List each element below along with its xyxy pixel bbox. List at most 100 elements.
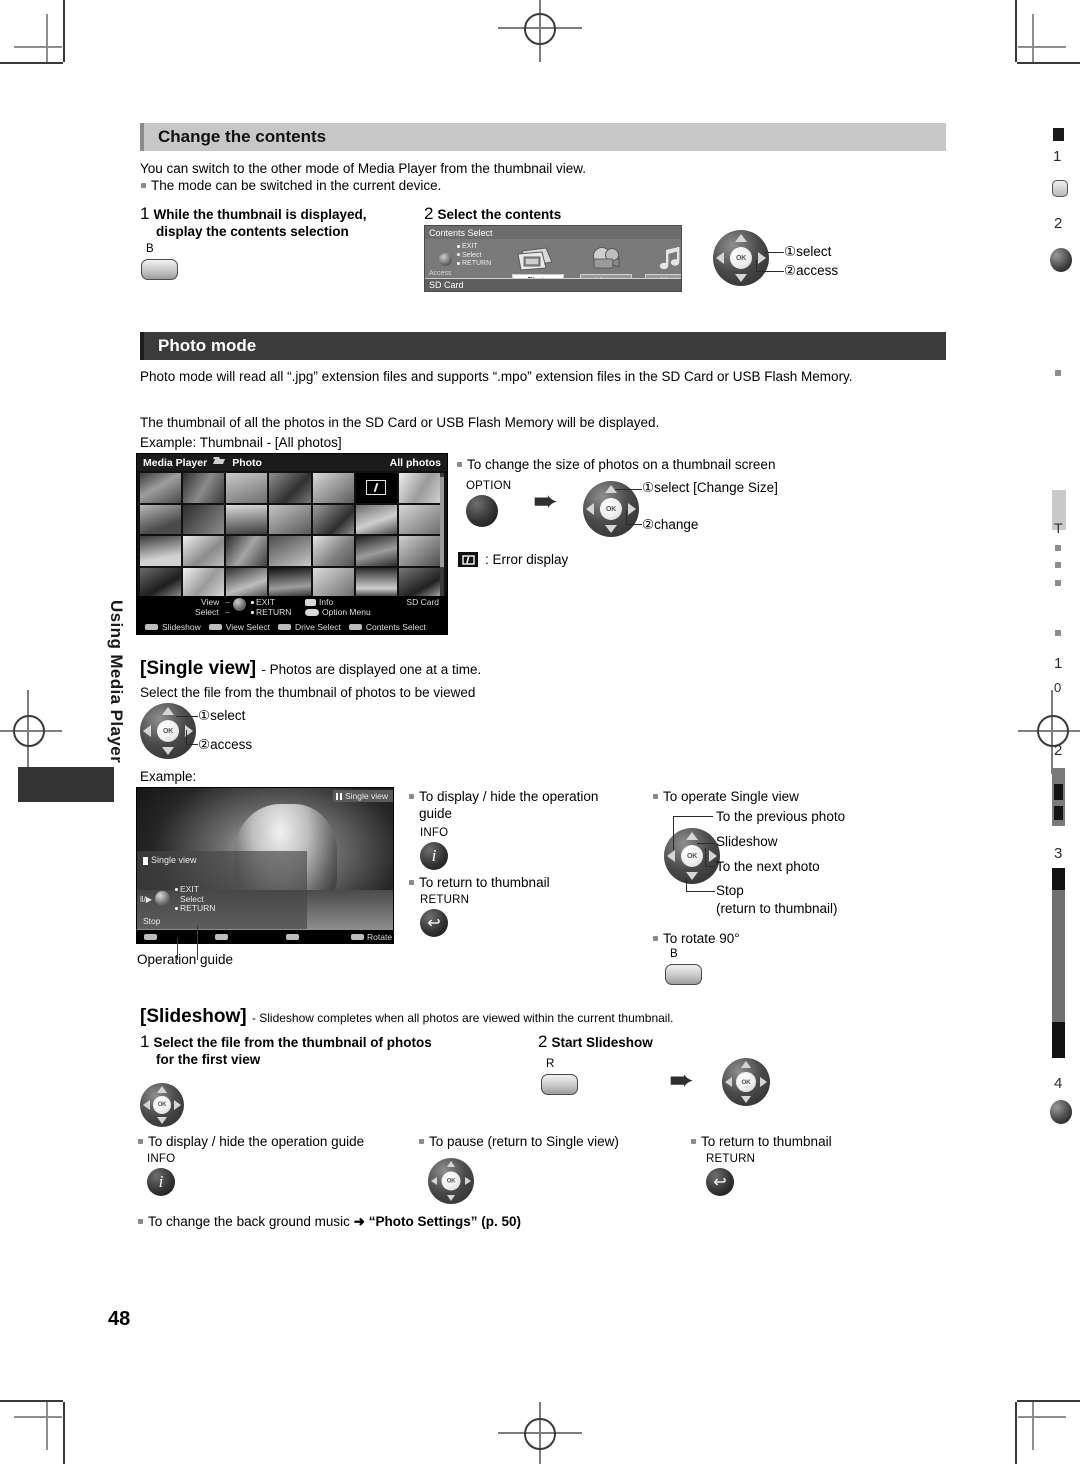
thumbnail-cell[interactable] (140, 473, 182, 503)
color-guide-contents-select[interactable]: Contents Select (348, 622, 426, 632)
dpad-right-icon[interactable] (757, 252, 766, 264)
color-button-body (141, 259, 178, 280)
thumbnail-cell[interactable] (312, 536, 354, 566)
thumbnail-cell[interactable] (140, 536, 182, 566)
dpad-right-icon[interactable] (174, 1100, 182, 1110)
dpad-ok-button[interactable]: OK (600, 498, 622, 520)
bullet-text: To operate Single view (652, 788, 912, 805)
return-icon: ↩ (420, 909, 448, 937)
dpad-slideshow-select[interactable]: OK (140, 1083, 184, 1127)
dpad-up-icon[interactable] (686, 831, 698, 840)
bgm-pre: To change the back ground music (148, 1214, 350, 1229)
label-select-change-size: ①select [Change Size] (642, 480, 778, 495)
color-button-b-contents[interactable]: B (141, 243, 178, 280)
thumbnail-cell-error[interactable] (355, 473, 397, 503)
thumbnail-cell[interactable] (183, 473, 225, 503)
thumbnail-cell[interactable] (269, 567, 311, 597)
photos-icon (512, 244, 564, 274)
dpad-up-icon[interactable] (735, 233, 747, 242)
dpad-left-icon[interactable] (724, 1077, 732, 1087)
thumbnail-cell[interactable] (312, 473, 354, 503)
thumbnail-cell[interactable] (226, 536, 268, 566)
dpad-down-icon[interactable] (735, 274, 747, 283)
info-button-label: INFO (420, 827, 449, 839)
crop-mark-tr-h (1017, 62, 1080, 64)
single-bullet-operate: To operate Single view (652, 788, 912, 805)
thumbnail-scrollbar[interactable] (440, 473, 444, 597)
thumbnail-grid[interactable] (140, 473, 440, 597)
bullet-text: To pause (return to Single view) (418, 1133, 678, 1150)
dpad-ok-button[interactable]: OK (730, 247, 752, 269)
color-guide-drive-select[interactable]: Drive Select (278, 622, 341, 632)
tv-title-bar: Media Player Photo All photos (137, 454, 447, 471)
dpad-down-icon[interactable] (162, 747, 174, 756)
dpad-right-icon[interactable] (465, 1177, 472, 1185)
thumbnail-cell[interactable] (140, 504, 182, 534)
dpad-up-icon[interactable] (741, 1061, 751, 1069)
dpad-single-view[interactable]: OK (140, 703, 196, 759)
dpad-start-slideshow[interactable]: OK (722, 1058, 770, 1106)
heading-single-view: [Single view] - Photos are displayed one… (140, 658, 481, 680)
thumbnail-cell[interactable] (312, 567, 354, 597)
color-guide-view-select[interactable]: View Select (208, 622, 271, 632)
bullet-line2: guide (419, 806, 453, 821)
color-guide-label: View Select (225, 622, 271, 632)
thumbnail-cell[interactable] (398, 536, 440, 566)
thumbnail-cell[interactable] (140, 567, 182, 597)
dpad-pause[interactable]: OK (428, 1158, 474, 1204)
thumbnail-cell[interactable] (269, 504, 311, 534)
color-button-label: B (670, 948, 678, 960)
dpad-ok-button[interactable]: OK (736, 1072, 756, 1092)
thumbnail-cell[interactable] (226, 473, 268, 503)
dpad-up-icon[interactable] (157, 1086, 167, 1094)
thumbnail-cell[interactable] (269, 473, 311, 503)
dpad-ok-button[interactable]: OK (157, 720, 179, 742)
leader-slideshow (697, 843, 715, 845)
thumbnail-cell[interactable] (355, 567, 397, 597)
thumbnail-cell[interactable] (398, 473, 440, 503)
dpad-right-icon[interactable] (760, 1077, 768, 1087)
overlay-title-text: Single view (151, 855, 197, 865)
thumbnail-cell[interactable] (226, 567, 268, 597)
dpad-up-icon[interactable] (162, 706, 174, 715)
dpad-left-icon[interactable] (586, 503, 595, 515)
dpad-ok-button[interactable]: OK (681, 845, 703, 867)
dpad-up-icon[interactable] (447, 1161, 455, 1168)
thumbnail-cell[interactable] (398, 567, 440, 597)
overlay-title: Single view (143, 855, 197, 865)
dpad-ok-button[interactable]: OK (441, 1171, 461, 1191)
blue-chip-icon (351, 933, 364, 940)
dpad-down-icon[interactable] (157, 1116, 167, 1124)
dpad-left-icon[interactable] (142, 1100, 150, 1110)
thumbnail-cell[interactable] (226, 504, 268, 534)
dpad-down-icon[interactable] (686, 872, 698, 881)
yellow-chip-icon (278, 624, 292, 630)
thumbnail-cell[interactable] (398, 504, 440, 534)
thumbnail-cell[interactable] (183, 504, 225, 534)
dpad-left-icon[interactable] (716, 252, 725, 264)
guide-select: Select (462, 251, 482, 259)
dpad-left-icon[interactable] (143, 725, 152, 737)
color-guide-slideshow[interactable]: Slideshow (145, 622, 201, 632)
thumbnail-cell[interactable] (355, 504, 397, 534)
guide-row-2: Select – RETURN Option Menu (195, 607, 371, 617)
dpad-down-icon[interactable] (741, 1095, 751, 1103)
thumbnail-cell[interactable] (183, 567, 225, 597)
dpad-left-icon[interactable] (430, 1177, 437, 1185)
tv-access-label: Access (429, 270, 452, 277)
dpad-down-icon[interactable] (447, 1194, 455, 1201)
dpad-ok-button[interactable]: OK (153, 1096, 171, 1114)
thumbnail-cell[interactable] (269, 536, 311, 566)
dpad-down-icon[interactable] (605, 525, 617, 534)
color-button-b-rotate[interactable]: B (665, 948, 702, 985)
dpad-right-icon[interactable] (627, 503, 636, 515)
label-change: ②change (642, 517, 699, 532)
thumbnail-cell[interactable] (183, 536, 225, 566)
dpad-contents-select[interactable]: OK (713, 230, 769, 286)
dpad-left-icon[interactable] (667, 850, 676, 862)
thumbnail-cell[interactable] (312, 504, 354, 534)
heading-slideshow-sub: - Slideshow completes when all photos ar… (251, 1011, 674, 1025)
crop-mark-br-v (1015, 1402, 1017, 1464)
color-button-r-slideshow[interactable]: R (541, 1058, 578, 1095)
thumbnail-cell[interactable] (355, 536, 397, 566)
